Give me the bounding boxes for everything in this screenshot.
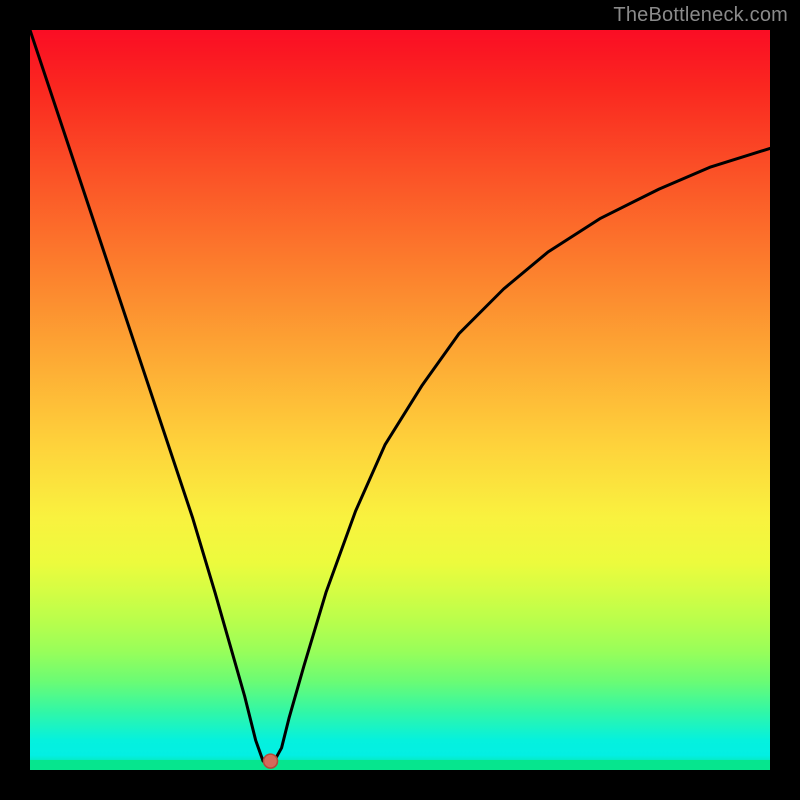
curve-svg bbox=[30, 30, 770, 770]
plot-area bbox=[30, 30, 770, 770]
bottleneck-curve bbox=[30, 30, 770, 761]
chart-frame: TheBottleneck.com bbox=[0, 0, 800, 800]
baseline-strip bbox=[30, 760, 770, 770]
watermark-text: TheBottleneck.com bbox=[613, 4, 788, 27]
